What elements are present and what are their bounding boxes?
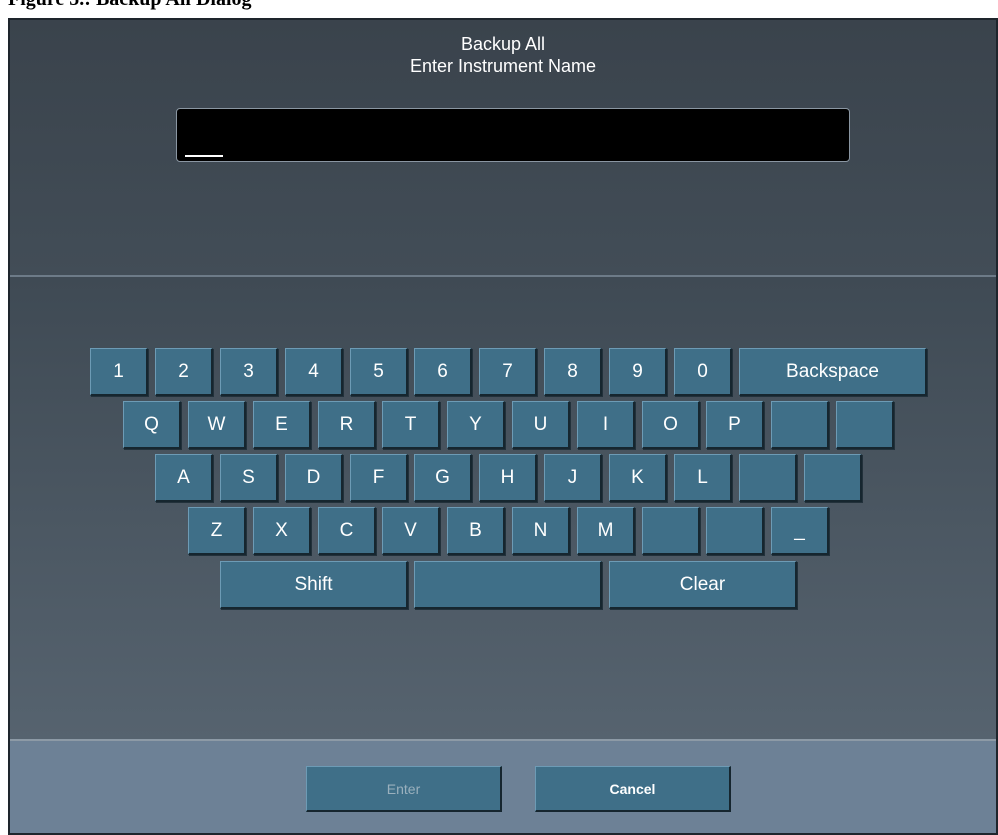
key-w[interactable]: W [188,401,246,449]
key-5[interactable]: 5 [350,348,408,396]
key-t[interactable]: T [382,401,440,449]
key-m[interactable]: M [577,507,635,555]
key-blank[interactable] [706,507,764,555]
text-cursor [185,155,223,157]
key-b[interactable]: B [447,507,505,555]
key-l[interactable]: L [674,454,732,502]
key-z[interactable]: Z [188,507,246,555]
key-f[interactable]: F [350,454,408,502]
key-u[interactable]: U [512,401,570,449]
dialog-subtitle: Enter Instrument Name [409,56,597,76]
key-i[interactable]: I [577,401,635,449]
key-a[interactable]: A [155,454,213,502]
key-blank[interactable] [836,401,894,449]
key-n[interactable]: N [512,507,570,555]
key-s[interactable]: S [220,454,278,502]
key-c[interactable]: C [318,507,376,555]
key-space[interactable] [414,561,602,609]
key-y[interactable]: Y [447,401,505,449]
key-k[interactable]: K [609,454,667,502]
key-o[interactable]: O [642,401,700,449]
key-h[interactable]: H [479,454,537,502]
key-d[interactable]: D [285,454,343,502]
key-2[interactable]: 2 [155,348,213,396]
key-6[interactable]: 6 [414,348,472,396]
key-v[interactable]: V [382,507,440,555]
key-clear[interactable]: Clear [609,561,797,609]
footer-panel [10,741,996,833]
instrument-name-input[interactable] [176,108,850,162]
key-blank[interactable] [771,401,829,449]
header-panel: Backup All Enter Instrument Name [10,20,996,275]
key-blank[interactable] [642,507,700,555]
key-r[interactable]: R [318,401,376,449]
key-blank[interactable] [804,454,862,502]
cancel-button[interactable]: Cancel [535,766,731,812]
key-g[interactable]: G [414,454,472,502]
key-7[interactable]: 7 [479,348,537,396]
key-shift[interactable]: Shift [220,561,408,609]
figure-caption: Figure 5.: Backup All Dialog [8,0,252,11]
key-blank[interactable] [739,454,797,502]
key-x[interactable]: X [253,507,311,555]
key-p[interactable]: P [706,401,764,449]
backup-all-dialog: Backup All Enter Instrument Name 1 2 3 4… [8,18,998,835]
key-9[interactable]: 9 [609,348,667,396]
key-q[interactable]: Q [123,401,181,449]
key-8[interactable]: 8 [544,348,602,396]
key-backspace[interactable]: Backspace [739,348,927,396]
enter-button[interactable]: Enter [306,766,502,812]
key-0[interactable]: 0 [674,348,732,396]
key-3[interactable]: 3 [220,348,278,396]
key-j[interactable]: J [544,454,602,502]
key-e[interactable]: E [253,401,311,449]
key-underscore[interactable]: _ [771,507,829,555]
key-1[interactable]: 1 [90,348,148,396]
dialog-title: Backup All [460,34,546,54]
key-4[interactable]: 4 [285,348,343,396]
